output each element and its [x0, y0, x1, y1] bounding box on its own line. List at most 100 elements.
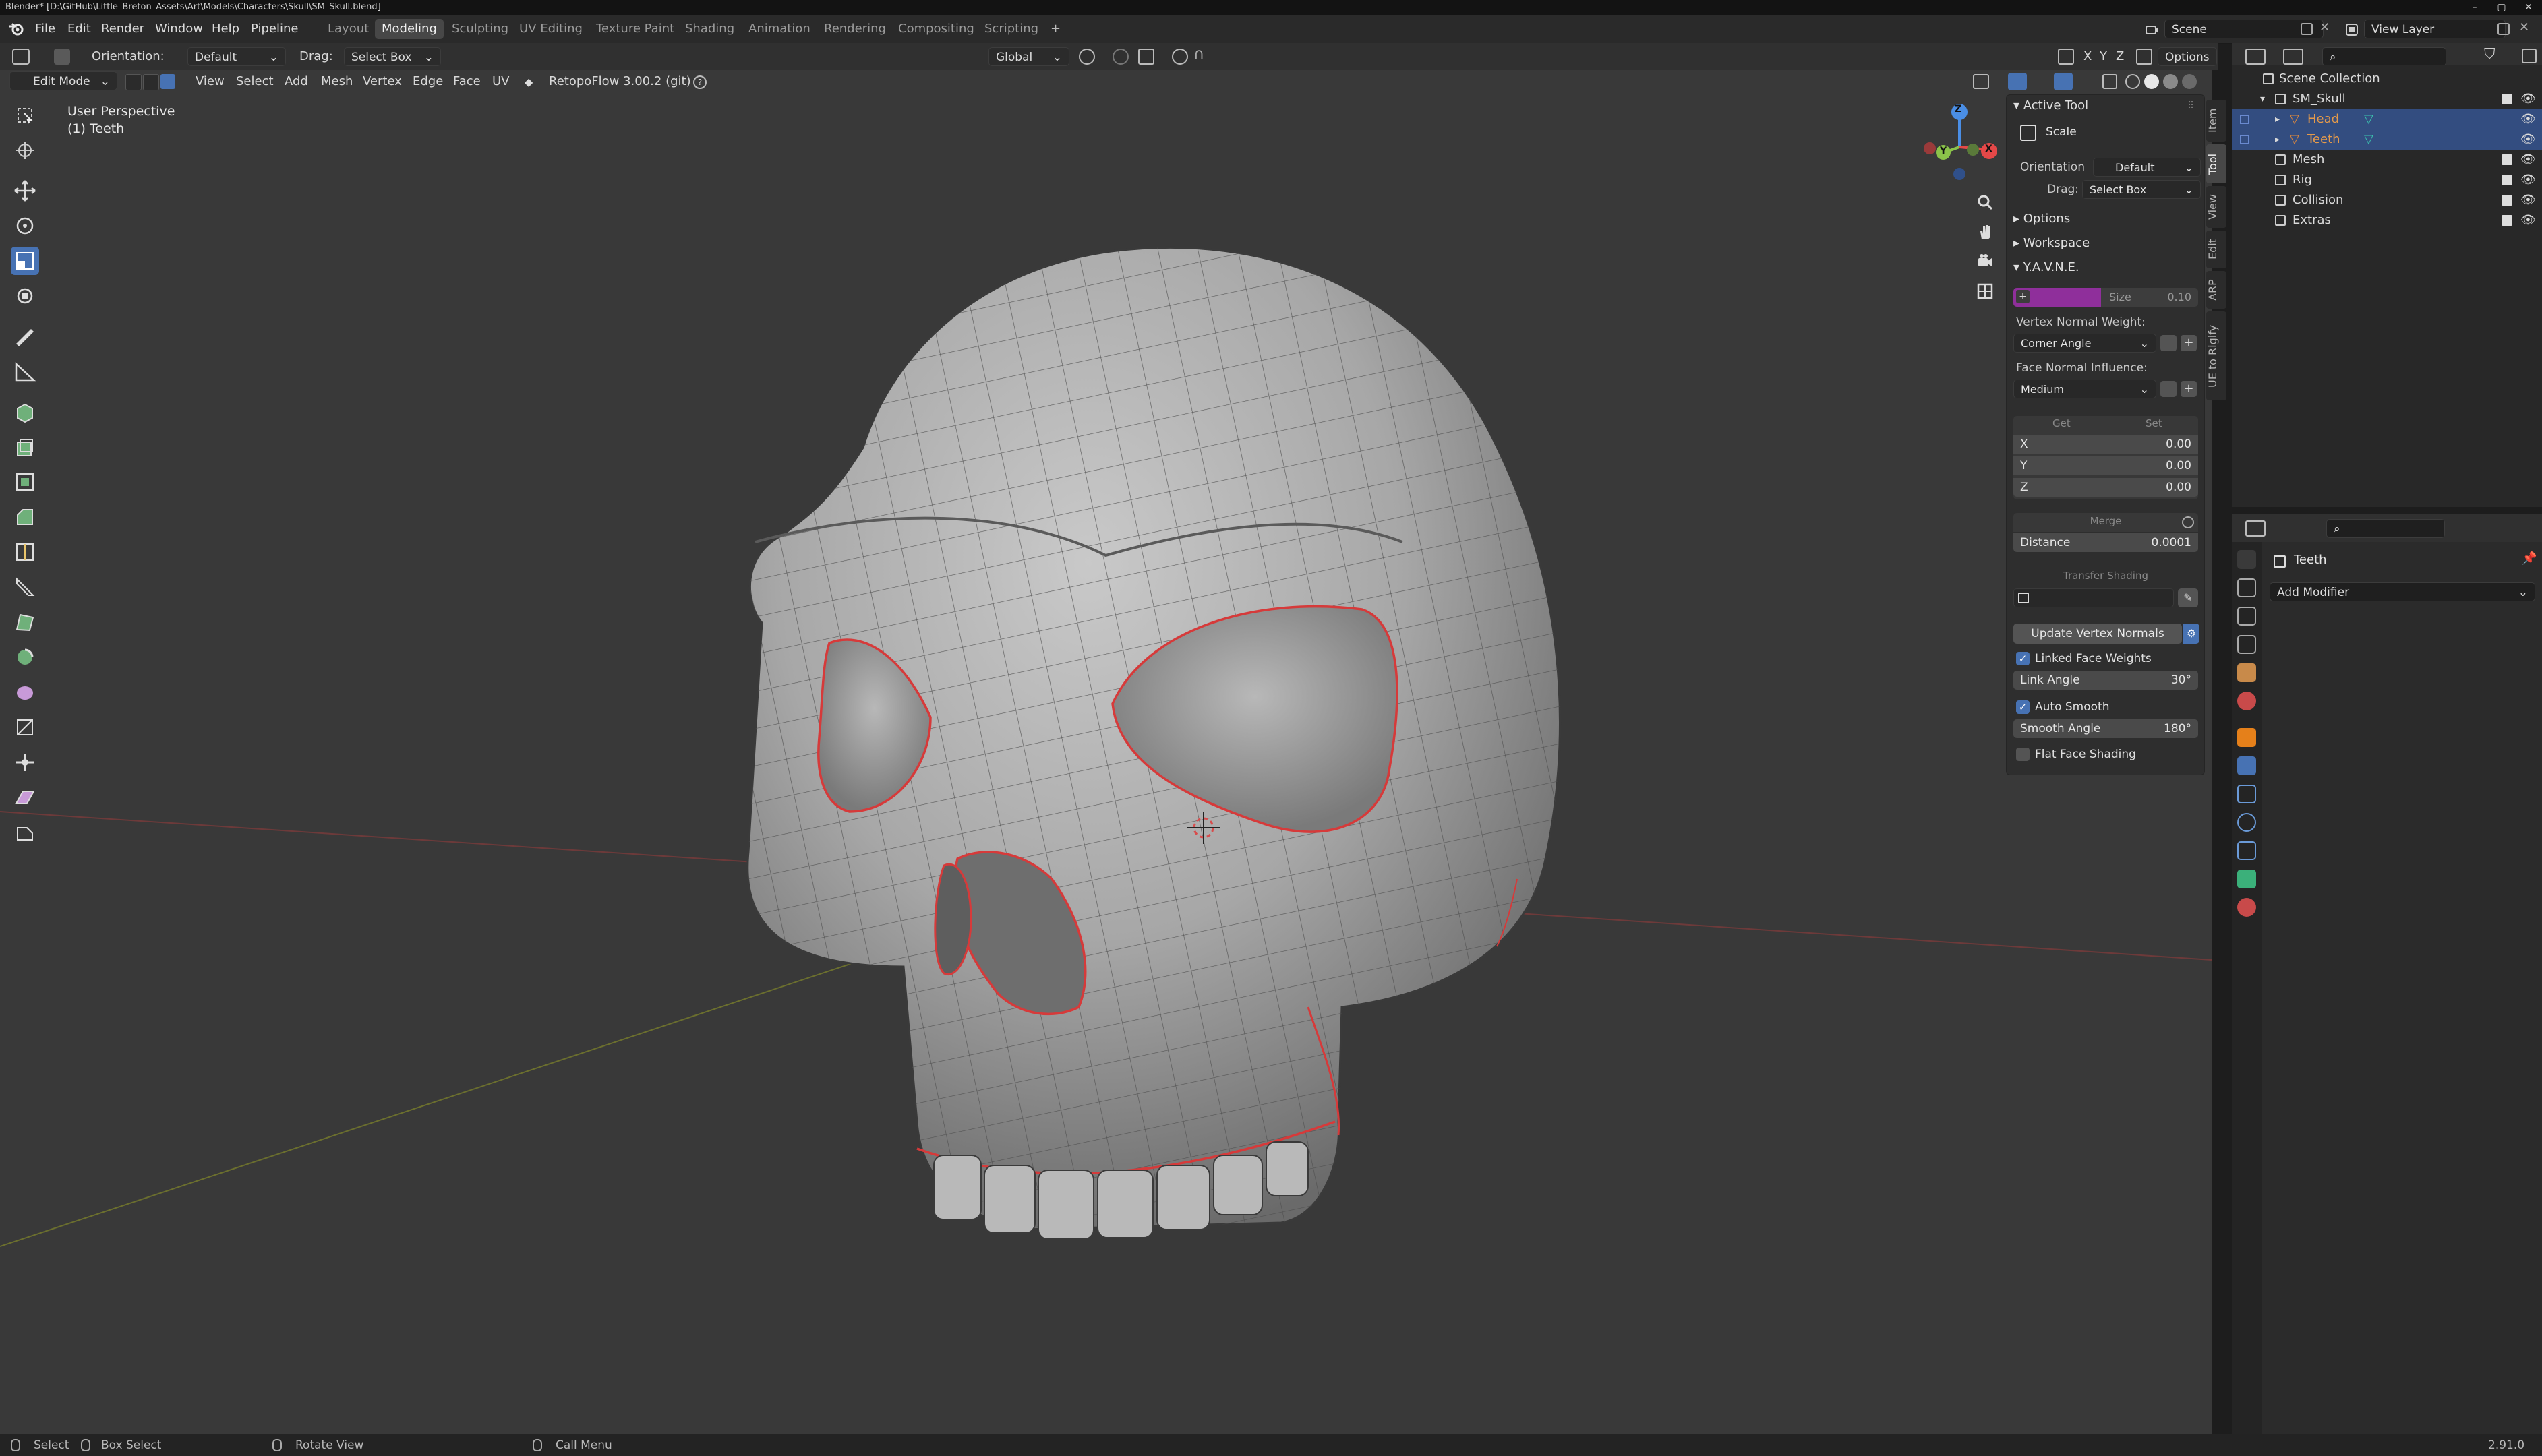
scale-tool[interactable] [11, 247, 39, 275]
eye-icon[interactable]: 👁 [2520, 150, 2536, 170]
tool-tab-icon[interactable] [2237, 550, 2256, 569]
editor-type-icon[interactable] [12, 49, 30, 65]
modifier-wrench-icon[interactable] [2237, 756, 2256, 775]
distance-field[interactable]: Distance 0.0001 [2013, 533, 2198, 552]
scene-icon[interactable] [2144, 22, 2160, 38]
size-slider[interactable]: + Size 0.10 [2013, 288, 2198, 307]
display-mode-icon[interactable] [2283, 49, 2303, 65]
tab-layout[interactable]: Layout [321, 19, 376, 39]
menu-pipeline[interactable]: Pipeline [247, 20, 302, 38]
material-tab-icon[interactable] [2237, 898, 2256, 917]
tab-tool[interactable]: Tool [2206, 144, 2226, 183]
annotate-tool[interactable] [11, 322, 39, 351]
exclude-checkbox[interactable] [2502, 195, 2512, 206]
menu-face[interactable]: Face [453, 72, 481, 91]
auto-merge-icon[interactable] [2136, 49, 2152, 65]
delete-scene-icon[interactable]: ✕ [2319, 20, 2330, 34]
vnw-add-icon[interactable]: + [2181, 335, 2197, 351]
tab-scripting[interactable]: Scripting [978, 19, 1045, 39]
outliner-row-extras[interactable]: Extras 👁 [2232, 210, 2542, 231]
eye-icon[interactable]: 👁 [2520, 170, 2536, 190]
merge-button[interactable]: Merge [2013, 513, 2198, 532]
menu-edit[interactable]: Edit [63, 20, 95, 38]
link-angle-field[interactable]: Link Angle 30° [2013, 671, 2198, 690]
normal-y-field[interactable]: Y 0.00 [2013, 456, 2198, 475]
fni-add-icon[interactable]: + [2181, 381, 2197, 397]
drag-handle-icon[interactable]: ⠿ [2187, 100, 2194, 111]
falloff-icon[interactable]: ∩ [1193, 46, 1204, 63]
maximize-button[interactable]: ▢ [2488, 0, 2515, 15]
navigation-gizmo[interactable]: Z X Y [1915, 101, 2009, 189]
physics-tab-icon[interactable] [2237, 813, 2256, 832]
menu-uv[interactable]: UV [492, 72, 510, 91]
add-cube-tool[interactable] [11, 398, 39, 426]
normal-x-field[interactable]: X 0.00 [2013, 435, 2198, 454]
menu-vertex[interactable]: Vertex [363, 72, 402, 91]
outliner-scene-collection[interactable]: Scene Collection [2232, 69, 2542, 89]
eye-icon[interactable]: 👁 [2520, 89, 2536, 109]
menu-add[interactable]: Add [285, 72, 308, 91]
inset-tool[interactable] [11, 468, 39, 496]
plus-icon[interactable]: + [2016, 290, 2030, 303]
exclude-checkbox[interactable] [2502, 154, 2512, 165]
tab-texture-paint[interactable]: Texture Paint [589, 19, 681, 39]
drag-dropdown[interactable]: Select Box ⌄ [344, 47, 441, 66]
exclude-checkbox[interactable] [2502, 175, 2512, 185]
measure-tool[interactable] [11, 357, 39, 386]
add-modifier-dropdown[interactable]: Add Modifier ⌄ [2270, 582, 2535, 601]
menu-help[interactable]: Help [208, 20, 243, 38]
outliner-row-head[interactable]: ▸ ▽ Head ▽ 👁 [2232, 109, 2542, 129]
bevel-tool[interactable] [11, 503, 39, 531]
transfer-source-field[interactable] [2013, 588, 2174, 607]
retopoflow-menu[interactable]: RetopoFlow 3.00.2 (git) [549, 72, 691, 91]
close-button[interactable]: ✕ [2515, 0, 2542, 15]
spin-tool[interactable] [11, 643, 39, 671]
edge-slide-tool[interactable] [11, 713, 39, 741]
options-dropdown[interactable]: Options⌄ [2158, 47, 2217, 83]
properties-editor-icon[interactable] [2245, 520, 2266, 537]
cursor-tool[interactable] [11, 136, 39, 164]
workspace-section[interactable]: ▸ Workspace [2013, 234, 2090, 253]
tab-rendering[interactable]: Rendering [817, 19, 893, 39]
tab-compositing[interactable]: Compositing [891, 19, 981, 39]
expand-arrow-icon[interactable]: ▸ [2275, 129, 2280, 150]
flat-face-shading-checkbox[interactable] [2016, 748, 2030, 761]
get-label[interactable]: Get [2052, 417, 2071, 429]
menu-mesh[interactable]: Mesh [321, 72, 353, 91]
render-tab-icon[interactable] [2237, 578, 2256, 597]
new-collection-icon[interactable] [2522, 49, 2537, 63]
face-normal-influence-dropdown[interactable]: Medium ⌄ [2013, 380, 2156, 398]
material-shading-icon[interactable] [2163, 74, 2178, 89]
select-box-tool[interactable] [11, 101, 39, 129]
pan-hand-icon[interactable] [1972, 218, 1999, 245]
tab-uv-editing[interactable]: UV Editing [512, 19, 589, 39]
filter-icon[interactable]: ⛉ [2484, 46, 2495, 63]
outliner-editor-icon[interactable] [2245, 49, 2266, 65]
menu-view[interactable]: View [196, 72, 225, 91]
smooth-angle-field[interactable]: Smooth Angle 180° [2013, 719, 2198, 738]
drag-dropdown[interactable]: Select Box ⌄ [2082, 180, 2201, 199]
world-tab-icon[interactable] [2237, 692, 2256, 710]
solid-shading-icon[interactable] [2144, 74, 2159, 89]
rip-region-tool[interactable] [11, 818, 39, 847]
transform-orientation-dropdown[interactable]: Global ⌄ [988, 47, 1069, 66]
tab-modeling[interactable]: Modeling [375, 19, 444, 39]
menu-render[interactable]: Render [97, 20, 148, 38]
outliner-row-collision[interactable]: Collision 👁 [2232, 190, 2542, 210]
outliner-row-teeth[interactable]: ▸ ▽ Teeth ▽ 👁 [2232, 129, 2542, 150]
vertex-normal-weight-dropdown[interactable]: Corner Angle ⌄ [2013, 334, 2156, 353]
menu-select[interactable]: Select [236, 72, 274, 91]
add-workspace-button[interactable]: + [1044, 19, 1067, 39]
merge-options-icon[interactable] [2182, 516, 2194, 528]
orientation-dropdown[interactable]: Default ⌄ [187, 47, 286, 66]
overlay-toggle-icon[interactable] [2054, 73, 2073, 90]
eye-icon[interactable]: 👁 [2520, 210, 2536, 231]
visibility-toggle-icon[interactable] [1973, 74, 1989, 89]
pivot-point-icon[interactable] [1079, 49, 1095, 65]
constraints-tab-icon[interactable] [2237, 841, 2256, 860]
orientation-dropdown[interactable]: Default ⌄ [2093, 158, 2201, 177]
view-layer-icon[interactable] [2344, 22, 2360, 38]
minimize-button[interactable]: – [2461, 0, 2488, 15]
tab-sculpting[interactable]: Sculpting [445, 19, 515, 39]
vertex-select-icon[interactable] [125, 74, 142, 90]
